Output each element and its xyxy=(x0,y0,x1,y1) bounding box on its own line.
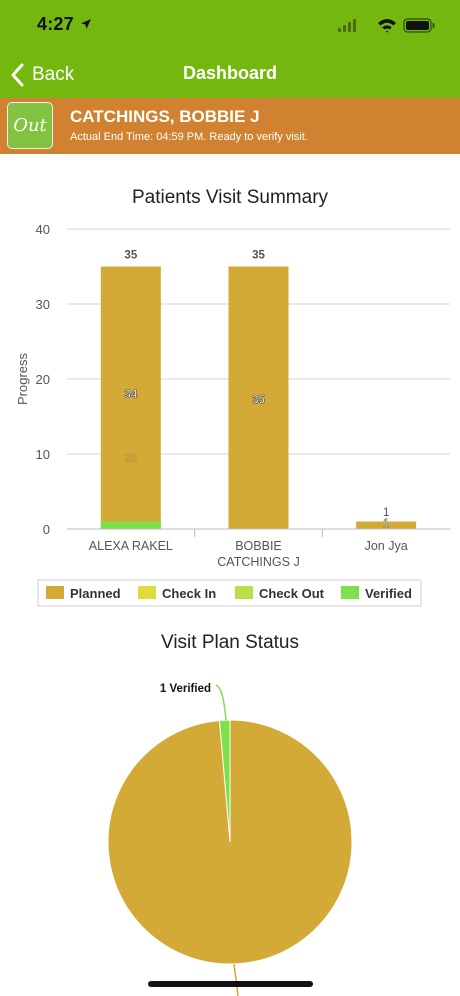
bar-chart-title: Patients Visit Summary xyxy=(131,187,329,208)
x-tick-label: CATCHINGS J xyxy=(217,555,299,569)
page-title: Dashboard xyxy=(182,63,278,83)
y-tick-label: 0 xyxy=(43,522,50,537)
status-icons xyxy=(338,18,435,33)
wifi-icon xyxy=(378,19,396,33)
legend-item[interactable]: Verified xyxy=(341,586,412,601)
status-bar: 4:27 xyxy=(0,0,460,50)
x-tick-label: Jon Jya xyxy=(365,539,408,553)
chart-legend: Planned Check In Check Out Verified xyxy=(37,579,422,607)
data-label: 1 xyxy=(383,516,390,530)
y-tick-label: 10 xyxy=(36,447,50,462)
status-time: 4:27 xyxy=(37,14,74,34)
legend-swatch xyxy=(341,586,359,599)
pie-slice-label: 1 Verified xyxy=(160,683,211,695)
legend-label: Check Out xyxy=(259,586,325,601)
pie-slice-planned[interactable] xyxy=(107,719,353,965)
legend-item[interactable]: Planned xyxy=(46,586,121,601)
y-tick-label: 40 xyxy=(36,222,50,237)
pie-label-connector xyxy=(233,963,239,996)
legend-label: Check In xyxy=(162,586,216,601)
legend-item[interactable]: Check In xyxy=(138,586,216,601)
nav-bar: Back Dashboard xyxy=(0,50,460,98)
visit-plan-pie-chart: 1 Verified xyxy=(107,683,353,996)
data-label: 35 xyxy=(124,250,137,262)
home-indicator xyxy=(148,981,313,987)
x-tick-label: BOBBIE xyxy=(235,539,282,553)
legend-swatch xyxy=(46,586,64,599)
data-label: 35 xyxy=(252,394,265,406)
y-tick-label: 30 xyxy=(36,297,50,312)
visit-summary-chart: 0 10 20 30 40 Progress ALEXA RAKEL BOBBIE CATCHI… xyxy=(15,222,450,607)
legend-label: Planned xyxy=(70,586,121,601)
data-label: 35 xyxy=(124,453,137,465)
legend-swatch xyxy=(235,586,253,599)
pie-chart-title: Visit Plan Status xyxy=(160,632,299,653)
legend-swatch xyxy=(138,586,156,599)
pie-label-connector xyxy=(215,684,227,721)
data-label: 34 xyxy=(124,389,137,401)
cellular-signal-icon xyxy=(338,19,356,32)
bar-verified[interactable] xyxy=(100,521,161,530)
y-axis-label: Progress xyxy=(15,352,30,405)
data-label: 35 xyxy=(252,250,265,262)
visit-status: Actual End Time: 04:59 PM. Ready to veri… xyxy=(70,131,308,143)
x-tick-label: ALEXA RAKEL xyxy=(89,539,173,553)
out-badge[interactable]: Out xyxy=(7,102,53,149)
location-arrow-icon xyxy=(81,19,91,29)
y-tick-label: 20 xyxy=(36,372,50,387)
legend-item[interactable]: Check Out xyxy=(235,586,325,601)
battery-icon xyxy=(403,18,435,33)
patient-name: CATCHINGS, BOBBIE J xyxy=(70,107,260,126)
legend-label: Verified xyxy=(365,586,412,601)
visit-banner: Out CATCHINGS, BOBBIE J Actual End Time:… xyxy=(0,98,460,154)
